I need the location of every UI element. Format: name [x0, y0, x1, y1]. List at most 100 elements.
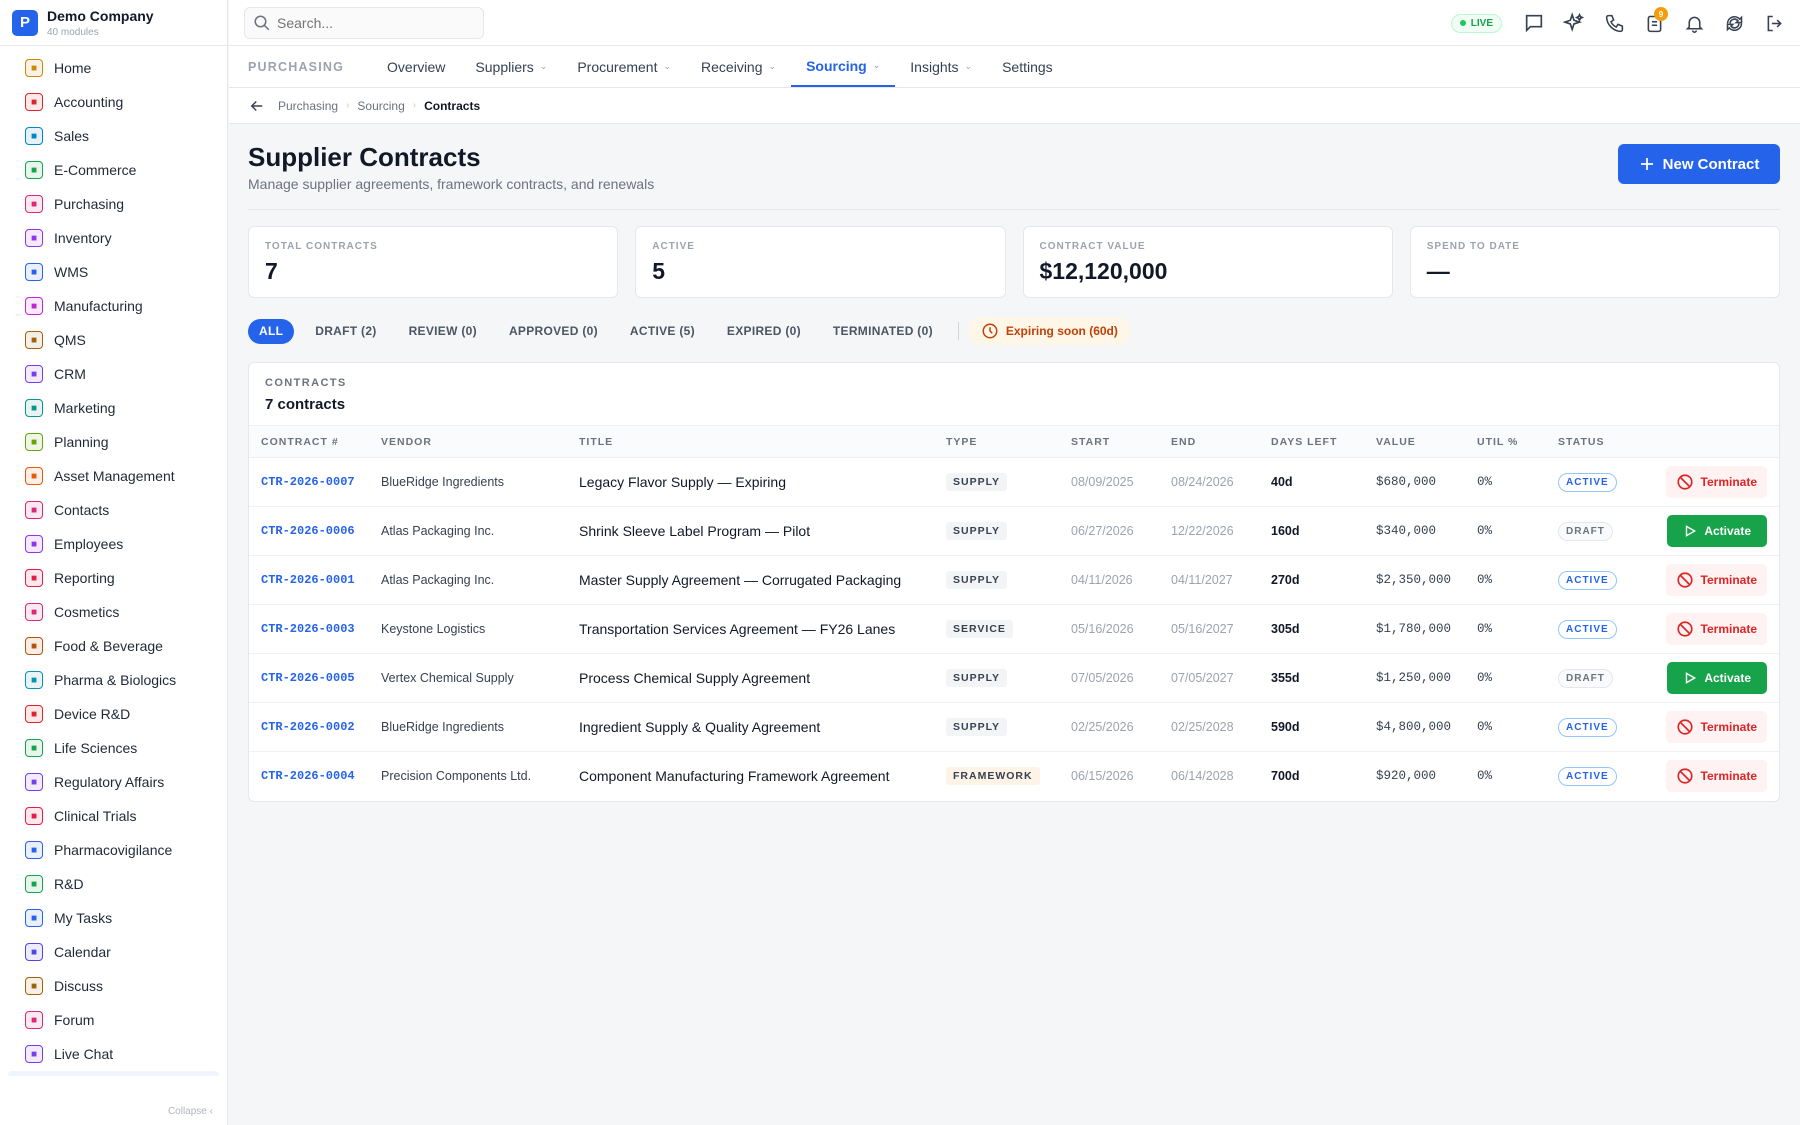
sidebar-item-inventory[interactable]: ■ Inventory [8, 221, 219, 255]
tab-settings[interactable]: Settings [987, 46, 1068, 87]
sidebar-item-accounting[interactable]: ■ Accounting [8, 85, 219, 119]
sidebar-item-sales[interactable]: ■ Sales [8, 119, 219, 153]
sidebar-item-my-tasks[interactable]: ■ My Tasks [8, 901, 219, 935]
sidebar-item-forum[interactable]: ■ Forum [8, 1003, 219, 1037]
breadcrumb-sourcing[interactable]: Sourcing [357, 99, 404, 113]
sidebar-item-food-beverage[interactable]: ■ Food & Beverage [8, 629, 219, 663]
beaker-icon: ■ [25, 875, 43, 893]
kpi-active: ACTIVE 5 [635, 226, 1006, 298]
terminate-button[interactable]: Terminate [1665, 760, 1767, 793]
table-row[interactable]: CTR-2026-0006 Atlas Packaging Inc. Shrink … [249, 506, 1779, 556]
expiring-soon-filter[interactable]: Expiring soon (60d) [968, 317, 1130, 345]
terminate-button[interactable]: Terminate [1665, 466, 1767, 498]
vendor-cell: BlueRidge Ingredients [369, 702, 567, 752]
breadcrumb-purchasing[interactable]: Purchasing [278, 99, 338, 113]
tab-suppliers[interactable]: Suppliers ⌄ [460, 46, 562, 87]
terminate-button[interactable]: Terminate [1665, 564, 1767, 596]
action-cell: Terminate [1646, 457, 1779, 507]
sidebar-item-clinical-trials[interactable]: ■ Clinical Trials [8, 799, 219, 833]
sync-icon[interactable] [1722, 11, 1746, 35]
tab-procurement[interactable]: Procurement ⌄ [562, 46, 686, 87]
activate-button[interactable]: Activate [1667, 662, 1767, 694]
table-row[interactable]: CTR-2026-0003 Keystone Logistics Transport… [249, 604, 1779, 654]
messages-icon[interactable] [1522, 11, 1546, 35]
chevron-down-icon: ⌄ [539, 61, 548, 71]
sidebar-item-e-commerce[interactable]: ■ E-Commerce [8, 153, 219, 187]
filter-chip-approved[interactable]: APPROVED (0) [498, 319, 609, 344]
sidebar-item-cosmetics[interactable]: ■ Cosmetics [8, 595, 219, 629]
table-row[interactable]: CTR-2026-0002 BlueRidge Ingredients Ingred… [249, 702, 1779, 752]
tab-insights[interactable]: Insights ⌄ [895, 46, 987, 87]
sidebar-item-live-chat[interactable]: ■ Live Chat [8, 1037, 219, 1071]
filter-chip-draft[interactable]: DRAFT (2) [304, 319, 387, 344]
logout-icon[interactable] [1762, 11, 1786, 35]
warehouse-icon: ■ [25, 263, 43, 281]
contract-number-link[interactable]: CTR-2026-0002 [249, 702, 369, 752]
phone-icon[interactable] [1602, 11, 1626, 35]
sidebar-item-device-r-d[interactable]: ■ Device R&D [8, 697, 219, 731]
tab-overview[interactable]: Overview [372, 46, 460, 87]
search-box[interactable] [244, 7, 484, 39]
filter-chip-terminated[interactable]: TERMINATED (0) [822, 319, 944, 344]
action-cell: Activate [1646, 506, 1779, 556]
contract-number-link[interactable]: CTR-2026-0001 [249, 555, 369, 605]
filter-chip-expired[interactable]: EXPIRED (0) [716, 319, 812, 344]
search-input[interactable] [277, 15, 467, 31]
table-row[interactable]: CTR-2026-0004 Precision Components Ltd. Co… [249, 752, 1779, 801]
sidebar-item-calendar[interactable]: ■ Calendar [8, 935, 219, 969]
sidebar-item-contacts[interactable]: ■ Contacts [8, 493, 219, 527]
sidebar-item-crm[interactable]: ■ CRM [8, 357, 219, 391]
days-left-cell: 305d [1259, 604, 1364, 654]
sidebar-item-home[interactable]: ■ Home [8, 51, 219, 85]
sidebar-item-wms[interactable]: ■ WMS [8, 255, 219, 289]
sidebar-item-employees[interactable]: ■ Employees [8, 527, 219, 561]
start-date-cell: 04/11/2026 [1059, 555, 1159, 605]
table-row[interactable]: CTR-2026-0005 Vertex Chemical Supply Proce… [249, 653, 1779, 703]
sidebar-item-r-d[interactable]: ■ R&D [8, 867, 219, 901]
sidebar-item-label: Sales [54, 128, 90, 144]
sidebar-item-sourcing[interactable]: ■Sourcing [8, 1071, 219, 1076]
back-arrow-icon[interactable] [248, 97, 266, 115]
sidebar-item-label: WMS [54, 264, 89, 280]
sidebar-item-pharmacovigilance[interactable]: ■ Pharmacovigilance [8, 833, 219, 867]
sidebar-item-life-sciences[interactable]: ■ Life Sciences [8, 731, 219, 765]
new-contract-button[interactable]: New Contract [1618, 144, 1780, 184]
terminate-label: Terminate [1700, 720, 1757, 734]
clipboard-tasks-icon[interactable]: 9 [1642, 7, 1668, 35]
contract-number-link[interactable]: CTR-2026-0005 [249, 653, 369, 703]
table-row[interactable]: CTR-2026-0007 BlueRidge Ingredients Legacy… [249, 457, 1779, 507]
brand[interactable]: P Demo Company 40 modules [0, 0, 227, 46]
terminate-button[interactable]: Terminate [1665, 711, 1767, 743]
filter-chip-active[interactable]: ACTIVE (5) [619, 319, 706, 344]
contract-number-link[interactable]: CTR-2026-0004 [249, 752, 369, 801]
sidebar-item-label: My Tasks [54, 910, 113, 926]
contract-number-link[interactable]: CTR-2026-0003 [249, 604, 369, 654]
sidebar-item-discuss[interactable]: ■ Discuss [8, 969, 219, 1003]
table-row[interactable]: CTR-2026-0001 Atlas Packaging Inc. Master … [249, 555, 1779, 605]
sidebar-item-planning[interactable]: ■ Planning [8, 425, 219, 459]
terminate-button[interactable]: Terminate [1665, 613, 1767, 645]
ai-sparkle-icon[interactable] [1562, 11, 1586, 35]
calendar-grid-icon: ■ [25, 433, 43, 451]
sidebar-item-pharma-biologics[interactable]: ■ Pharma & Biologics [8, 663, 219, 697]
sidebar-item-manufacturing[interactable]: ■ Manufacturing [8, 289, 219, 323]
filter-chip-all[interactable]: ALL [248, 318, 295, 344]
brand-logo: P [12, 9, 38, 36]
contract-number-link[interactable]: CTR-2026-0006 [249, 506, 369, 556]
breadcrumb-contracts: Contracts [424, 98, 481, 113]
tab-receiving[interactable]: Receiving ⌄ [686, 46, 791, 87]
sidebar-item-purchasing[interactable]: ■ Purchasing [8, 187, 219, 221]
collapse-button[interactable]: Collapse ‹ [168, 1106, 213, 1117]
tab-label: Overview [387, 58, 446, 75]
sidebar-item-regulatory-affairs[interactable]: ■ Regulatory Affairs [8, 765, 219, 799]
activate-button[interactable]: Activate [1667, 515, 1767, 547]
tab-sourcing[interactable]: Sourcing ⌄ [791, 46, 896, 87]
sidebar-item-asset-management[interactable]: ■ Asset Management [8, 459, 219, 493]
filter-chip-review[interactable]: REVIEW (0) [398, 319, 488, 344]
sidebar-item-qms[interactable]: ■ QMS [8, 323, 219, 357]
sidebar-item-reporting[interactable]: ■ Reporting [8, 561, 219, 595]
title-cell: Master Supply Agreement — Corrugated Pac… [567, 555, 934, 605]
contract-number-link[interactable]: CTR-2026-0007 [249, 457, 369, 507]
bell-icon[interactable] [1682, 11, 1706, 35]
sidebar-item-marketing[interactable]: ■ Marketing [8, 391, 219, 425]
